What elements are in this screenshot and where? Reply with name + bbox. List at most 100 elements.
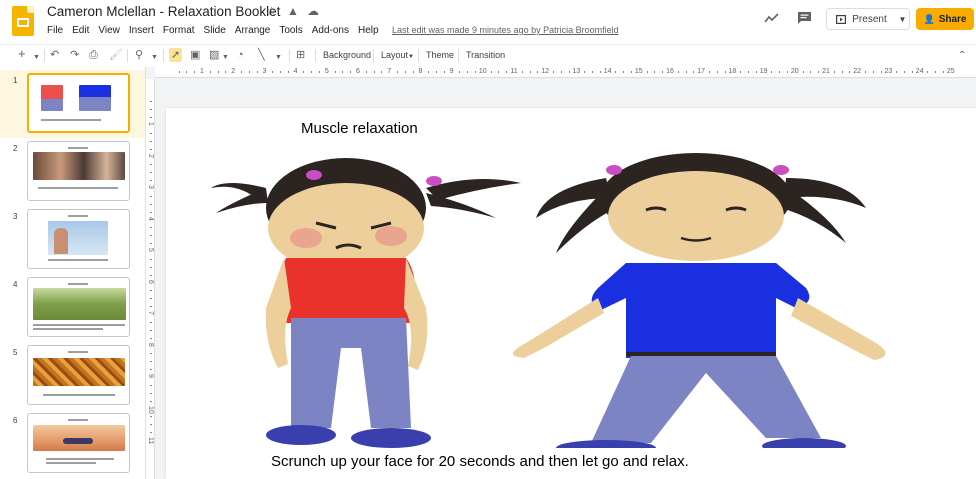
text-box-icon[interactable]: ▣ [190, 48, 200, 62]
ruler-h-label: 12 [541, 68, 550, 75]
ruler-h-tick [303, 71, 305, 73]
ruler-v-tick [150, 195, 152, 197]
layout-label: Layout [381, 50, 409, 60]
slide-number: 5 [13, 348, 18, 357]
girls-illustration[interactable] [206, 148, 906, 448]
slide-title-text[interactable]: Muscle relaxation [301, 120, 418, 137]
ruler-h-tick [365, 71, 367, 73]
ruler-h-tick [646, 71, 648, 73]
menu-file[interactable]: File [47, 25, 63, 36]
star-icon[interactable]: ☆ [266, 4, 277, 18]
vertical-ruler[interactable]: 1 2 3 4 5 6 7 8 9 10 11 [146, 79, 155, 479]
menu-arrange[interactable]: Arrange [235, 25, 271, 36]
redo-icon[interactable]: ↷ [70, 48, 79, 62]
collapse-toolbar-icon[interactable]: ⌃ [958, 49, 966, 63]
menu-help[interactable]: Help [358, 25, 379, 36]
ruler-h-tick [467, 71, 469, 73]
print-icon[interactable]: ⎙ [89, 48, 98, 62]
ruler-v-label: 1 [147, 122, 154, 126]
slide-thumbnail-1[interactable]: 1 [0, 70, 145, 138]
slide-preview [27, 141, 130, 201]
menu-add-ons[interactable]: Add-ons [312, 25, 349, 36]
ruler-h-tick [896, 71, 898, 73]
menu-slide[interactable]: Slide [204, 25, 226, 36]
cloud-status-icon[interactable]: ☁ [307, 4, 319, 18]
shape-icon[interactable]: ◔ [237, 48, 244, 62]
ruler-h-tick [287, 71, 289, 73]
slide-thumbnail-2[interactable]: 2 [0, 138, 145, 206]
layout-button[interactable]: Layout▼ [381, 50, 414, 60]
ruler-h-label: 25 [946, 68, 955, 75]
ruler-h-tick [927, 71, 929, 73]
move-to-folder-icon[interactable]: ▲ [287, 4, 299, 18]
line-caret-icon[interactable]: ▼ [275, 51, 282, 65]
share-button[interactable]: 👤 Share [916, 8, 974, 30]
ruler-h-tick [748, 71, 749, 73]
paint-format-icon[interactable]: 🖌 [109, 48, 123, 62]
add-comment-icon[interactable]: ⊞ [296, 48, 305, 62]
ruler-v-tick [150, 266, 152, 268]
slide-thumbnail-5[interactable]: 5 [0, 342, 145, 410]
ruler-v-tick [150, 416, 152, 418]
ruler-v-label: 6 [147, 279, 154, 284]
transition-button[interactable]: Transition [466, 50, 505, 60]
ruler-h-tick [865, 71, 866, 73]
horizontal-ruler[interactable]: 1 2 3 4 5 6 7 8 9 10 11 12 13 14 15 16 17 18 19 20 21 22 23 24 2… [155, 67, 976, 78]
menu-format[interactable]: Format [163, 25, 195, 36]
background-button[interactable]: Background [323, 50, 371, 60]
slide-caption-text[interactable]: Scrunch up your face for 20 seconds and … [271, 453, 689, 470]
ruler-h-tick [904, 71, 905, 73]
slide-number: 2 [13, 144, 18, 153]
slide-editor[interactable]: Muscle relaxation Scrunch up your face f… [166, 108, 976, 479]
present-dropdown-button[interactable]: ▼ [896, 8, 910, 30]
comments-icon[interactable] [797, 11, 812, 25]
ruler-v-tick [150, 148, 152, 150]
layout-caret-icon: ▼ [408, 54, 414, 60]
ruler-h-label: 8 [418, 68, 423, 75]
document-title[interactable]: Cameron Mclellan - Relaxation Booklet [47, 4, 280, 19]
ruler-v-tick [150, 353, 152, 355]
ruler-h-tick [334, 71, 336, 73]
menu-edit[interactable]: Edit [72, 25, 89, 36]
ruler-h-tick [615, 71, 617, 73]
slide-thumbnail-4[interactable]: 4 [0, 274, 145, 342]
menu-view[interactable]: View [98, 25, 120, 36]
slide-thumbnail-6[interactable]: 6 [0, 410, 145, 478]
ruler-h-tick [443, 71, 445, 73]
menu-tools[interactable]: Tools [279, 25, 302, 36]
slide-thumbnail-3[interactable]: 3 [0, 206, 145, 274]
ruler-h-tick [506, 71, 508, 73]
new-slide-icon[interactable]: + [18, 47, 26, 61]
slides-logo-icon[interactable] [12, 6, 34, 36]
zoom-icon[interactable]: ⚲ [135, 48, 143, 62]
ruler-h-label: 4 [293, 68, 298, 75]
slide-number: 3 [13, 212, 18, 221]
last-edit-link[interactable]: Last edit was made 9 minutes ago by Patr… [392, 25, 619, 35]
ruler-h-tick [475, 71, 476, 73]
ruler-h-tick [342, 71, 344, 73]
present-button[interactable]: Present [826, 8, 897, 30]
header: Cameron Mclellan - Relaxation Booklet ☆ … [0, 0, 976, 42]
activity-trend-icon[interactable] [764, 12, 779, 24]
ruler-v-tick [150, 321, 152, 323]
menu-insert[interactable]: Insert [129, 25, 154, 36]
ruler-h-label: 21 [822, 68, 830, 75]
image-caret-icon[interactable]: ▼ [222, 51, 229, 65]
image-icon[interactable]: ▨ [209, 48, 219, 62]
ruler-v-tick [150, 117, 152, 119]
slide-preview [27, 209, 130, 269]
ruler-v-tick [150, 432, 152, 434]
ruler-h-tick [841, 71, 843, 73]
ruler-h-tick [256, 71, 258, 73]
new-slide-caret-icon[interactable]: ▼ [33, 51, 40, 65]
line-icon[interactable]: ╲ [258, 48, 265, 62]
undo-icon[interactable]: ↶ [50, 48, 59, 62]
ruler-h-label: 3 [262, 68, 267, 75]
ruler-v-label: 10 [147, 405, 154, 414]
ruler-h-label: 20 [790, 68, 799, 75]
ruler-h-tick [248, 71, 250, 73]
select-cursor-icon[interactable]: ➚ [169, 48, 183, 62]
ruler-h-label: 17 [697, 68, 706, 75]
theme-button[interactable]: Theme [426, 50, 454, 60]
zoom-caret-icon[interactable]: ▼ [151, 51, 158, 65]
